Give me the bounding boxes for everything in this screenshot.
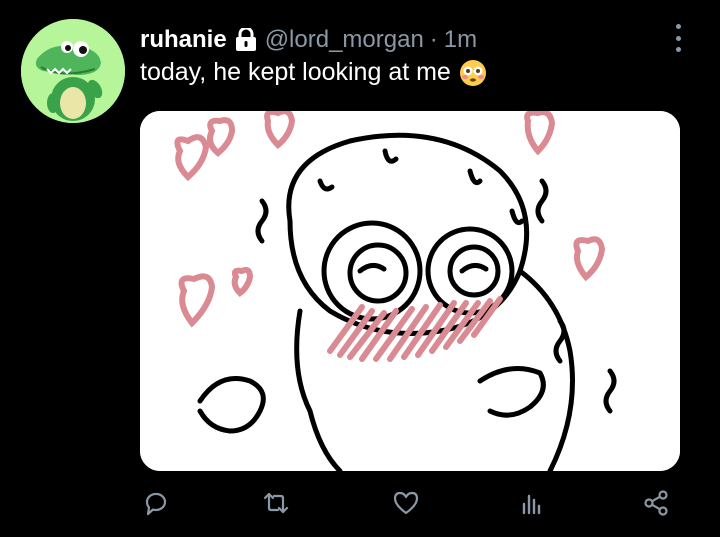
tweet-text-content: today, he kept looking at me <box>140 58 451 86</box>
author-name[interactable]: ruhanie <box>140 26 227 54</box>
analytics-icon[interactable] <box>514 485 550 521</box>
reply-icon[interactable] <box>138 485 174 521</box>
more-options-icon[interactable] <box>668 24 688 52</box>
crocodile-avatar-image <box>21 19 125 123</box>
timestamp[interactable]: 1m <box>444 26 477 54</box>
author-handle[interactable]: @lord_morgan <box>265 26 424 54</box>
blushing-doodle-drawing <box>140 111 680 471</box>
retweet-icon[interactable] <box>258 485 294 521</box>
tweet-header: ruhanie @lord_morgan · 1m <box>140 26 477 54</box>
tweet-actions-bar <box>138 485 678 521</box>
like-icon[interactable] <box>388 485 424 521</box>
tweet-media-image[interactable] <box>140 111 680 471</box>
avatar[interactable] <box>21 19 125 123</box>
share-icon[interactable] <box>638 485 674 521</box>
flushed-face-emoji <box>459 59 487 87</box>
lock-icon <box>235 26 257 52</box>
tweet-text: today, he kept looking at me <box>140 58 487 87</box>
separator-dot: · <box>429 26 438 53</box>
